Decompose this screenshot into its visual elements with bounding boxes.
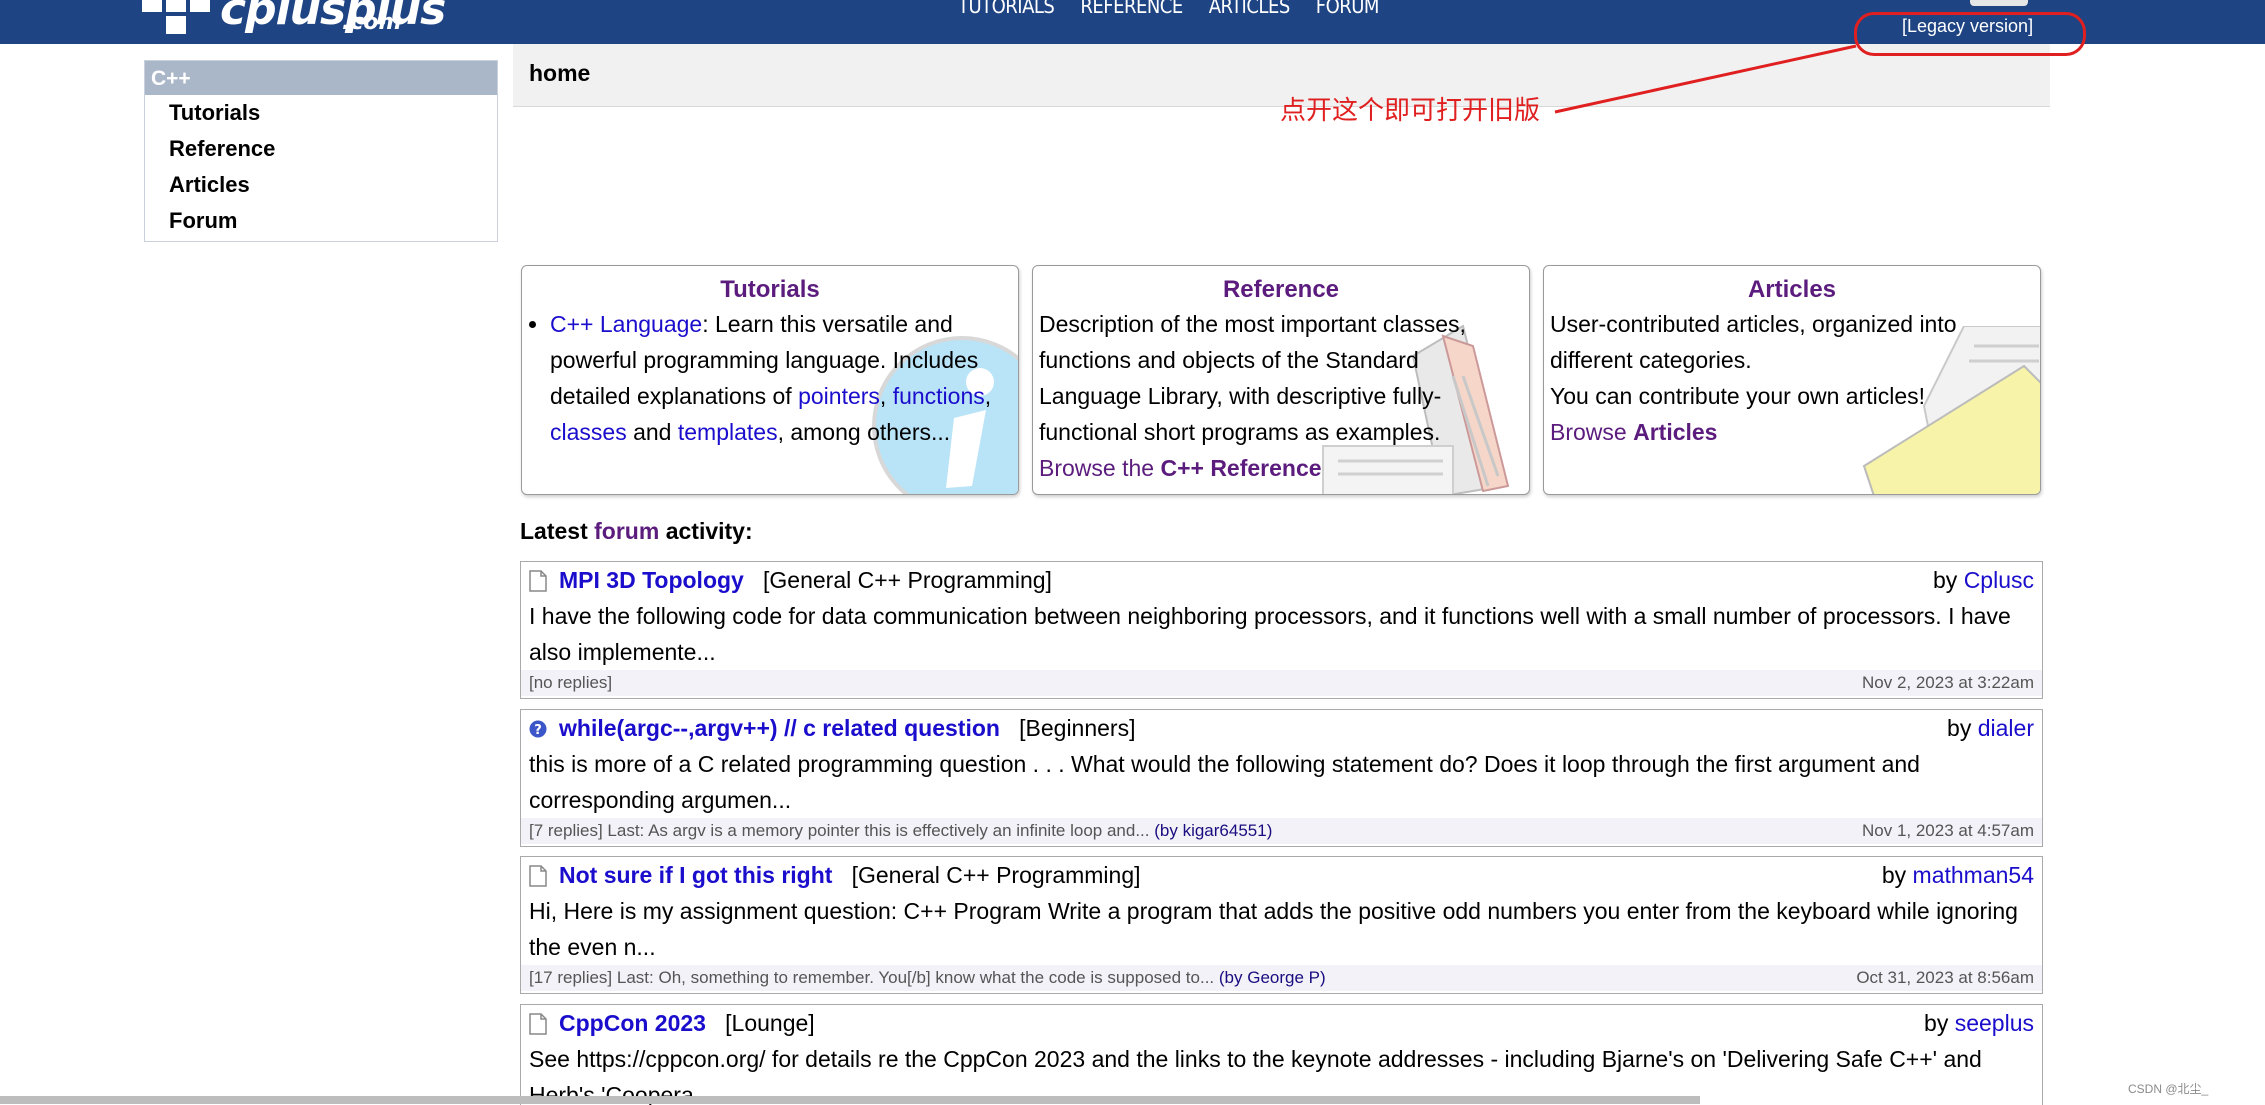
post-footer: [7 replies] Last: As argv is a memory po…	[521, 818, 2042, 844]
articles-contribute: You can contribute your own articles!	[1550, 383, 1926, 409]
post-excerpt: I have the following code for data commu…	[529, 603, 2011, 665]
document-icon	[529, 570, 547, 592]
reference-box: Reference Description of the most import…	[1032, 265, 1530, 495]
last-label: Last:	[612, 968, 659, 987]
last-reply-author[interactable]: (by kigar64551)	[1150, 821, 1272, 840]
post-footer: [17 replies] Last: Oh, something to reme…	[521, 965, 2042, 991]
post-header: Not sure if I got this right [General C+…	[521, 857, 2042, 893]
question-icon: ?	[529, 720, 547, 738]
post-category: [General C++ Programming]	[763, 567, 1052, 593]
browse-reference-prefix: Browse the	[1039, 455, 1161, 481]
post-excerpt: this is more of a C related programming …	[529, 751, 1920, 813]
sidebar-item-forum[interactable]: Forum	[145, 203, 497, 239]
browse-reference-link[interactable]: Browse the C++ Reference	[1039, 455, 1322, 481]
post-title-link[interactable]: CppCon 2023	[559, 1010, 706, 1036]
last-reply-author[interactable]: (by George P)	[1214, 968, 1326, 987]
sidebar-item-reference[interactable]: Reference	[145, 131, 497, 167]
post-footer: [no replies] Nov 2, 2023 at 3:22am	[521, 670, 2042, 696]
post-author-link[interactable]: mathman54	[1913, 862, 2034, 888]
articles-box: Articles User-contributed articles, orga…	[1543, 265, 2041, 495]
post-author-area: by mathman54	[1882, 857, 2034, 893]
latest-prefix: Latest	[520, 518, 595, 544]
forum-post: CppCon 2023 [Lounge] by seeplus See http…	[520, 1004, 2043, 1105]
reference-title-link[interactable]: Reference	[1223, 276, 1339, 303]
articles-desc: User-contributed articles, organized int…	[1550, 311, 1957, 373]
post-category: [Beginners]	[1019, 715, 1136, 741]
forum-post: ? while(argc--,argv++) // c related quest…	[520, 709, 2043, 847]
tutorials-content: Tutorials C++ Language: Learn this versa…	[522, 266, 1018, 458]
post-category: [Lounge]	[725, 1010, 815, 1036]
browse-articles-prefix: Browse	[1550, 419, 1634, 445]
articles-title-link[interactable]: Articles	[1748, 276, 1836, 303]
post-date: Nov 1, 2023 at 4:57am	[1861, 821, 2034, 840]
post-author-area: by dialer	[1947, 710, 2034, 746]
latest-forum-heading: Latest forum activity:	[520, 518, 753, 545]
post-category: [General C++ Programming]	[851, 862, 1141, 888]
sidebar-item-articles[interactable]: Articles	[145, 167, 497, 203]
forum-post: MPI 3D Topology [General C++ Programming…	[520, 561, 2043, 699]
post-title-link[interactable]: while(argc--,argv++) // c related questi…	[559, 715, 1000, 741]
tutorials-list-item: C++ Language: Learn this versatile and p…	[550, 306, 1012, 450]
last-reply-link[interactable]: As argv is a memory pointer this is effe…	[648, 821, 1149, 840]
annotation-arrow-line	[1554, 44, 1857, 114]
forum-link[interactable]: forum	[594, 518, 659, 544]
post-header: ? while(argc--,argv++) // c related quest…	[521, 710, 2042, 746]
last-reply-link[interactable]: Oh, something to remember. You[/b] know …	[658, 968, 1214, 987]
reply-count: [no replies]	[529, 673, 613, 692]
by-label: by	[1947, 715, 1978, 741]
separator: and	[626, 419, 678, 445]
last-label: Last:	[602, 821, 649, 840]
browse-reference-bold: C++ Reference	[1160, 455, 1322, 481]
pointers-link[interactable]: pointers	[798, 383, 880, 409]
reference-desc: Description of the most important classe…	[1039, 311, 1466, 445]
post-header: CppCon 2023 [Lounge] by seeplus	[521, 1005, 2042, 1041]
templates-link[interactable]: templates	[678, 419, 778, 445]
by-label: by	[1881, 862, 1913, 888]
horizontal-scrollbar[interactable]	[0, 1096, 1700, 1104]
reply-count: [17 replies]	[529, 968, 613, 987]
forum-post: Not sure if I got this right [General C+…	[520, 856, 2043, 994]
post-title-link[interactable]: MPI 3D Topology	[559, 567, 744, 593]
svg-text:?: ?	[534, 723, 542, 738]
post-excerpt: Hi, Here is my assignment question: C++ …	[529, 898, 2018, 960]
document-icon	[529, 865, 547, 887]
tutorials-list: C++ Language: Learn this versatile and p…	[528, 306, 1012, 450]
tutorials-tail: , among others...	[777, 419, 951, 445]
reference-content: Reference Description of the most import…	[1033, 266, 1529, 494]
watermark: CSDN @北尘_	[2128, 1082, 2209, 1096]
annotation-text: 点开这个即可打开旧版	[1280, 96, 1541, 126]
post-date: Oct 31, 2023 at 8:56am	[1856, 968, 2034, 987]
post-author-area: by Cplusc	[1933, 562, 2034, 598]
by-label: by	[1924, 1010, 1955, 1036]
post-author-link[interactable]: seeplus	[1955, 1010, 2034, 1036]
functions-link[interactable]: functions	[893, 383, 985, 409]
articles-content: Articles User-contributed articles, orga…	[1544, 266, 2040, 458]
post-author-link[interactable]: Cplusc	[1964, 567, 2034, 593]
separator: ,	[984, 383, 992, 409]
post-date: Nov 2, 2023 at 3:22am	[1861, 673, 2034, 692]
document-icon	[529, 1013, 547, 1035]
post-header: MPI 3D Topology [General C++ Programming…	[521, 562, 2042, 598]
cpp-language-link[interactable]: C++ Language	[550, 311, 702, 337]
browse-articles-bold: Articles	[1633, 419, 1718, 445]
browse-articles-link[interactable]: Browse Articles	[1550, 419, 1717, 445]
classes-link[interactable]: classes	[550, 419, 627, 445]
reply-count: [7 replies]	[529, 821, 603, 840]
post-title-link[interactable]: Not sure if I got this right	[559, 862, 832, 888]
tutorials-title-link[interactable]: Tutorials	[720, 276, 820, 303]
separator: ,	[879, 383, 893, 409]
latest-suffix: activity:	[659, 518, 753, 544]
post-author-area: by seeplus	[1924, 1005, 2034, 1041]
tutorials-box: Tutorials C++ Language: Learn this versa…	[521, 265, 1019, 495]
by-label: by	[1933, 567, 1964, 593]
post-author-link[interactable]: dialer	[1978, 715, 2034, 741]
